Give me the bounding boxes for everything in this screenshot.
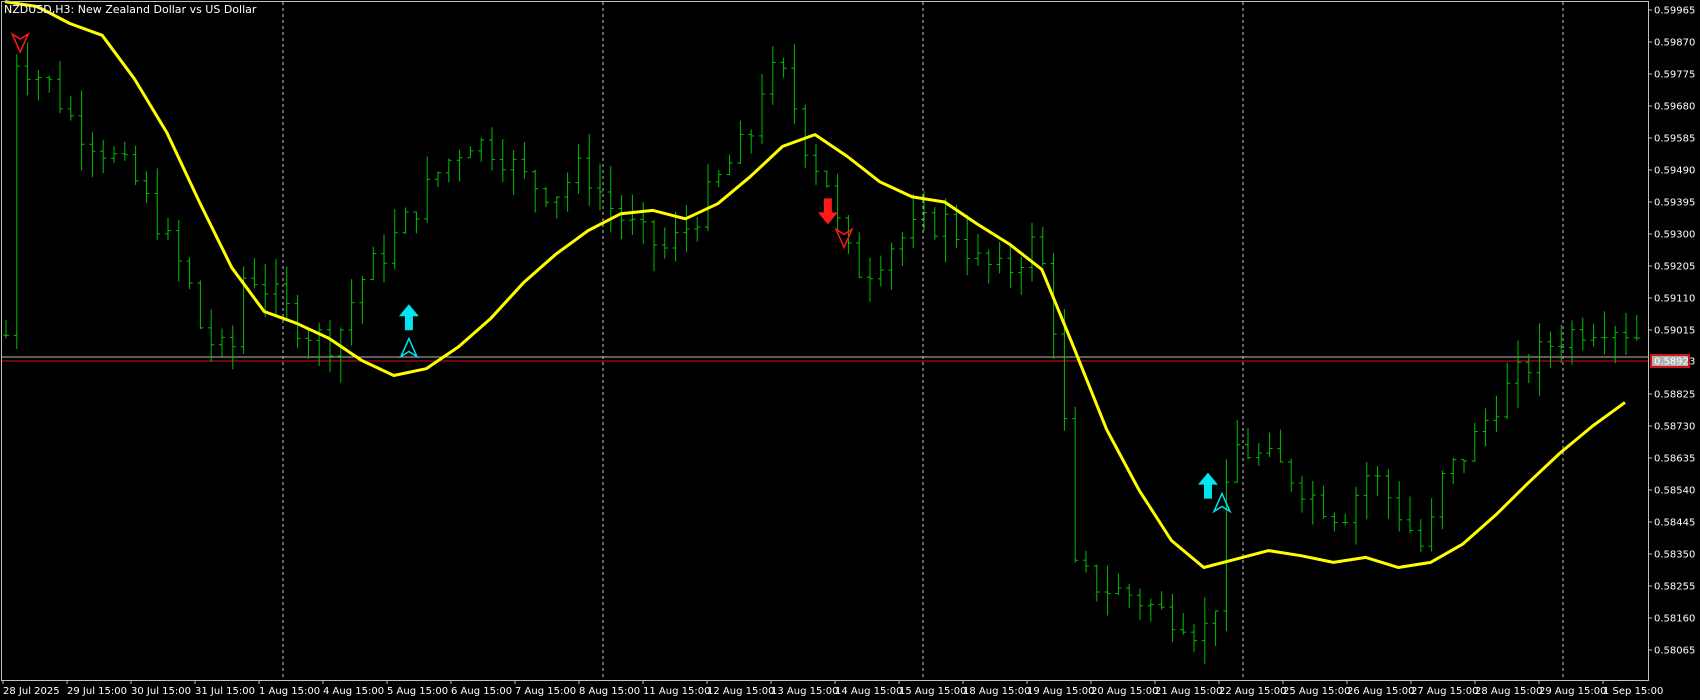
chart-background	[0, 0, 1700, 700]
x-tick-label: 28 Jul 2025	[3, 686, 60, 697]
x-tick-label: 8 Aug 15:00	[579, 686, 640, 697]
x-tick-label: 4 Aug 15:00	[323, 686, 384, 697]
x-tick-label: 29 Aug 15:00	[1539, 686, 1606, 697]
x-tick-label: 29 Jul 15:00	[67, 686, 127, 697]
x-tick-label: 12 Aug 15:00	[707, 686, 774, 697]
x-tick-label: 21 Aug 15:00	[1155, 686, 1222, 697]
x-tick-label: 18 Aug 15:00	[963, 686, 1030, 697]
x-tick-label: 19 Aug 15:00	[1027, 686, 1094, 697]
y-tick-label: 0.59110	[1654, 294, 1695, 305]
chart-title: NZDUSD,H3: New Zealand Dollar vs US Doll…	[4, 3, 257, 16]
x-tick-label: 15 Aug 15:00	[899, 686, 966, 697]
x-tick-label: 26 Aug 15:00	[1347, 686, 1414, 697]
y-tick-label: 0.58350	[1654, 550, 1695, 561]
x-tick-label: 13 Aug 15:00	[771, 686, 838, 697]
x-tick-label: 25 Aug 15:00	[1283, 686, 1350, 697]
price-axis[interactable]: 0.59965 0.59870 0.59775 0.59680 0.59585 0.594…	[1648, 6, 1695, 657]
y-tick-label: 0.59585	[1654, 134, 1695, 145]
x-tick-label: 27 Aug 15:00	[1411, 686, 1478, 697]
x-tick-label: 20 Aug 15:00	[1091, 686, 1158, 697]
y-tick-label: 0.58255	[1654, 582, 1695, 593]
y-tick-label: 0.58445	[1654, 518, 1695, 529]
y-tick-label: 0.59490	[1654, 166, 1695, 177]
x-tick-label: 1 Aug 15:00	[259, 686, 320, 697]
y-tick-label: 0.59965	[1654, 6, 1695, 17]
x-tick-label: 14 Aug 15:00	[835, 686, 902, 697]
chart-window[interactable]: 0.59965 0.59870 0.59775 0.59680 0.59585 0.594…	[0, 0, 1700, 700]
y-tick-label: 0.58730	[1654, 422, 1695, 433]
x-tick-label: 31 Jul 15:00	[195, 686, 255, 697]
y-tick-label: 0.58825	[1654, 390, 1695, 401]
x-tick-label: 11 Aug 15:00	[643, 686, 710, 697]
y-tick-label: 0.58635	[1654, 454, 1695, 465]
y-tick-label: 0.59205	[1654, 262, 1695, 273]
x-tick-label: 30 Jul 15:00	[131, 686, 191, 697]
y-tick-label: 0.59870	[1654, 38, 1695, 49]
y-tick-label: 0.59395	[1654, 198, 1695, 209]
y-tick-label: 0.59775	[1654, 70, 1695, 81]
x-tick-label: 5 Aug 15:00	[387, 686, 448, 697]
y-tick-label: 0.59680	[1654, 102, 1695, 113]
y-tick-label: 0.59015	[1654, 326, 1695, 337]
x-tick-label: 22 Aug 15:00	[1219, 686, 1286, 697]
price-chart[interactable]: 0.59965 0.59870 0.59775 0.59680 0.59585 0.594…	[0, 0, 1700, 700]
y-tick-label: 0.58065	[1654, 646, 1695, 657]
title-separator: :	[71, 3, 78, 16]
current-price-label: 0.58923	[1654, 356, 1695, 367]
y-tick-label: 0.58160	[1654, 614, 1695, 625]
symbol-label: NZDUSD,H3	[4, 3, 71, 16]
symbol-description: New Zealand Dollar vs US Dollar	[78, 3, 257, 16]
x-tick-label: 6 Aug 15:00	[451, 686, 512, 697]
x-tick-label: 7 Aug 15:00	[515, 686, 576, 697]
y-tick-label: 0.59300	[1654, 230, 1695, 241]
y-tick-label: 0.58540	[1654, 486, 1695, 497]
x-tick-label: 28 Aug 15:00	[1475, 686, 1542, 697]
x-tick-label: 1 Sep 15:00	[1603, 686, 1663, 697]
